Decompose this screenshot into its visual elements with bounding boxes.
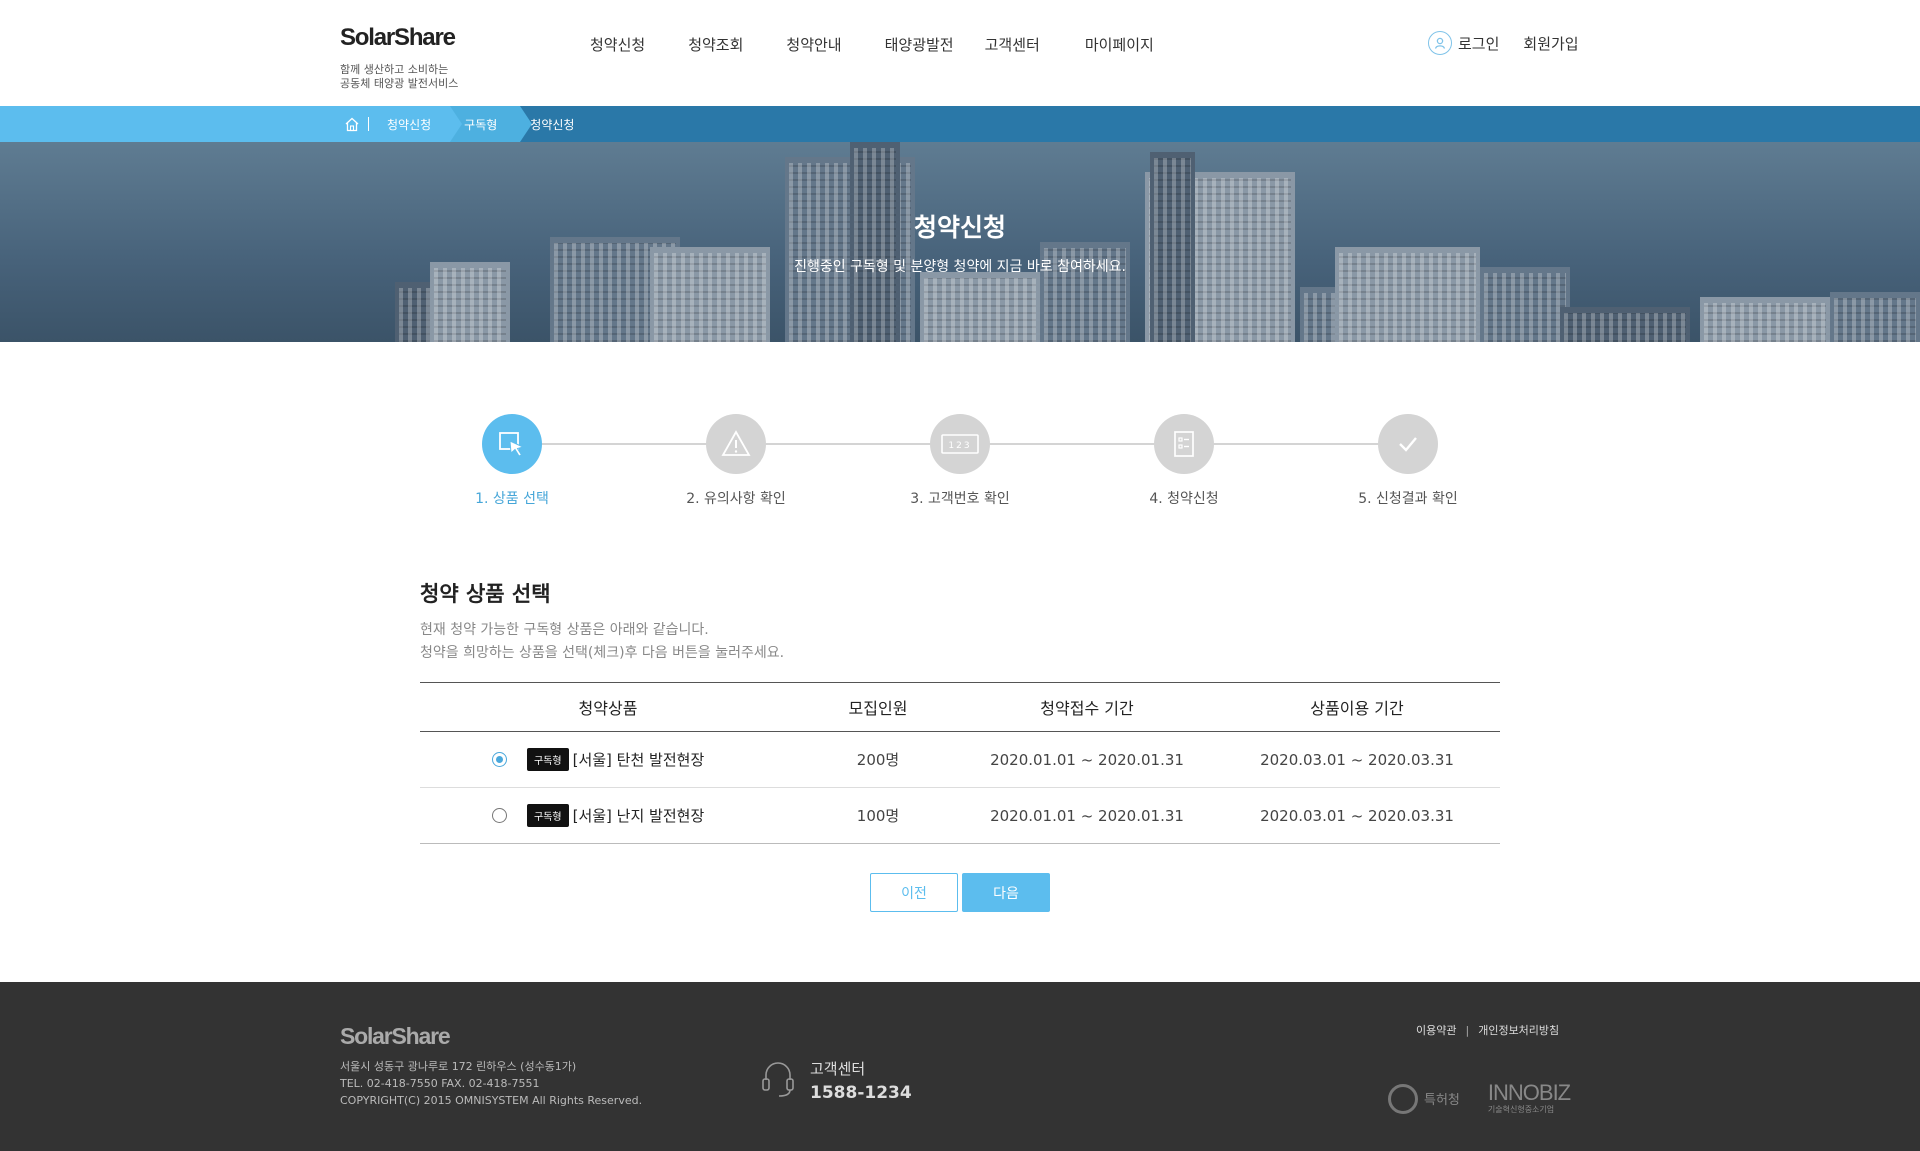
- product-table: 청약상품 모집인원 청약접수 기간 상품이용 기간 구독형 [서울] 탄천 발전현…: [420, 682, 1500, 844]
- main-nav: 청약신청 청약조회 청약안내 태양광발전 고객센터 마이페이지: [590, 34, 1190, 55]
- form-icon: [1154, 414, 1214, 474]
- breadcrumb-item[interactable]: 청약신청: [387, 116, 431, 133]
- breadcrumb: 청약신청 구독형 청약신청: [340, 106, 604, 142]
- nav-item-inquiry[interactable]: 청약조회: [688, 34, 743, 55]
- step-label: 2. 유의사항 확인: [686, 491, 786, 507]
- copyright-line: COPYRIGHT(C) 2015 OMNISYSTEM All Rights …: [340, 1094, 643, 1107]
- recruit-count: 100명: [796, 787, 960, 844]
- contact-line: TEL. 02-418-7550 FAX. 02-418-7551: [340, 1077, 540, 1090]
- innobiz-label: INNOBIZ: [1487, 1080, 1571, 1105]
- user-icon[interactable]: [1428, 31, 1452, 55]
- checkmark-icon: [1378, 414, 1438, 474]
- section-title: 청약 상품 선택: [420, 582, 551, 606]
- customer-center: 고객센터 1588-1234: [760, 1058, 912, 1104]
- breadcrumb-bar: 청약신청 구독형 청약신청: [0, 106, 1920, 142]
- breadcrumb-divider: [368, 117, 369, 131]
- step-5: 5. 신청결과 확인: [1328, 412, 1488, 508]
- site-tagline: 함께 생산하고 소비하는 공동체 태양광 발전서비스: [340, 63, 540, 91]
- login-link[interactable]: 로그인: [1458, 33, 1499, 54]
- step-1: 1. 상품 선택: [432, 412, 592, 508]
- nav-item-solar[interactable]: 태양광발전: [885, 34, 954, 55]
- user-utility: 로그인 회원가입: [1428, 31, 1579, 55]
- progress-steps: 1. 상품 선택 2. 유의사항 확인 123 3. 고객번호 확인 4. 청약…: [0, 412, 1920, 507]
- usage-period: 2020.03.01 ~ 2020.03.31: [1214, 787, 1500, 844]
- site-logo[interactable]: SolarShare: [340, 24, 456, 52]
- page-subtitle: 진행중인 구독형 및 분양형 청약에 지금 바로 참여하세요.: [794, 259, 1126, 275]
- nav-item-mypage[interactable]: 마이페이지: [1085, 34, 1154, 55]
- certifications: 특허청 INNOBIZ 기술혁신형중소기업: [1388, 1080, 1571, 1115]
- nav-item-support[interactable]: 고객센터: [985, 34, 1040, 55]
- step-label: 4. 청약신청: [1149, 491, 1219, 507]
- customer-center-number: 1588-1234: [810, 1083, 912, 1103]
- form-buttons: 이전 다음: [870, 873, 1050, 912]
- product-radio[interactable]: [492, 752, 507, 767]
- innobiz-sublabel: 기술혁신형중소기업: [1487, 1105, 1555, 1114]
- number-card-icon: 123: [930, 414, 990, 474]
- headset-icon: [760, 1058, 796, 1104]
- step-4: 4. 청약신청: [1104, 412, 1264, 508]
- signup-link[interactable]: 회원가입: [1523, 33, 1578, 54]
- apply-period: 2020.01.01 ~ 2020.01.31: [960, 787, 1214, 844]
- privacy-link[interactable]: 개인정보처리방침: [1478, 1022, 1559, 1038]
- page-title: 청약신청: [913, 213, 1006, 242]
- patent-office-logo: 특허청: [1388, 1083, 1460, 1114]
- prev-button[interactable]: 이전: [870, 873, 958, 912]
- product-cell: 구독형 [서울] 난지 발전현장: [420, 787, 796, 844]
- nav-item-guide[interactable]: 청약안내: [786, 34, 841, 55]
- recruit-count: 200명: [796, 731, 960, 788]
- site-footer: SolarShare 서울시 성동구 광나루로 172 린하우스 (성수동1가)…: [0, 982, 1920, 1151]
- step-label: 1. 상품 선택: [475, 491, 549, 507]
- column-header: 상품이용 기간: [1214, 682, 1500, 732]
- product-cell: 구독형 [서울] 탄천 발전현장: [420, 731, 796, 788]
- innobiz-logo: INNOBIZ 기술혁신형중소기업: [1487, 1080, 1571, 1115]
- footer-logo: SolarShare: [340, 1023, 451, 1049]
- address-line: 서울시 성동구 광나루로 172 린하우스 (성수동1가): [340, 1060, 577, 1073]
- site-header: SolarShare 함께 생산하고 소비하는 공동체 태양광 발전서비스 청약…: [0, 0, 1920, 106]
- column-header: 청약접수 기간: [960, 682, 1214, 732]
- breadcrumb-item-current: 청약신청: [530, 117, 575, 132]
- step-label: 3. 고객번호 확인: [910, 491, 1010, 507]
- column-header: 청약상품: [420, 682, 796, 732]
- cursor-click-icon: [482, 414, 542, 474]
- step-2: 2. 유의사항 확인: [656, 412, 816, 508]
- home-icon[interactable]: [340, 115, 364, 133]
- tagline-line: 함께 생산하고 소비하는: [340, 63, 449, 76]
- tagline-line: 공동체 태양광 발전서비스: [340, 77, 459, 90]
- table-header-row: 청약상품 모집인원 청약접수 기간 상품이용 기간: [420, 682, 1500, 732]
- terms-link[interactable]: 이용약관: [1416, 1022, 1456, 1038]
- step-label: 5. 신청결과 확인: [1358, 491, 1458, 507]
- product-name: [서울] 탄천 발전현장: [572, 751, 705, 769]
- svg-text:123: 123: [948, 441, 971, 451]
- apply-period: 2020.01.01 ~ 2020.01.31: [960, 731, 1214, 788]
- description-line: 현재 청약 가능한 구독형 상품은 아래와 같습니다.: [420, 622, 709, 638]
- description-line: 청약을 희망하는 상품을 선택(체크)후 다음 버튼을 눌러주세요.: [420, 645, 785, 661]
- breadcrumb-item[interactable]: 구독형: [464, 116, 497, 133]
- step-3: 123 3. 고객번호 확인: [880, 412, 1040, 508]
- patent-emblem-icon: [1388, 1083, 1418, 1114]
- table-row[interactable]: 구독형 [서울] 탄천 발전현장 200명 2020.01.01 ~ 2020.0…: [420, 731, 1500, 788]
- usage-period: 2020.03.01 ~ 2020.03.31: [1214, 731, 1500, 788]
- product-type-badge: 구독형: [527, 804, 569, 827]
- product-radio[interactable]: [492, 808, 507, 823]
- footer-links: 이용약관 | 개인정보처리방침: [1416, 1022, 1559, 1038]
- nav-item-apply[interactable]: 청약신청: [590, 34, 645, 55]
- next-button[interactable]: 다음: [962, 873, 1050, 912]
- table-row[interactable]: 구독형 [서울] 난지 발전현장 100명 2020.01.01 ~ 2020.0…: [420, 787, 1500, 844]
- product-name: [서울] 난지 발전현장: [572, 807, 705, 825]
- footer-address: 서울시 성동구 광나루로 172 린하우스 (성수동1가) TEL. 02-41…: [340, 1058, 642, 1109]
- hero-banner: 청약신청 진행중인 구독형 및 분양형 청약에 지금 바로 참여하세요.: [0, 142, 1920, 342]
- column-header: 모집인원: [796, 682, 960, 732]
- link-divider: |: [1465, 1023, 1470, 1037]
- product-type-badge: 구독형: [527, 748, 569, 771]
- patent-office-label: 특허청: [1424, 1093, 1460, 1108]
- section-description: 현재 청약 가능한 구독형 상품은 아래와 같습니다. 청약을 희망하는 상품을…: [420, 619, 784, 665]
- warning-icon: [706, 414, 766, 474]
- customer-center-label: 고객센터: [810, 1060, 866, 1078]
